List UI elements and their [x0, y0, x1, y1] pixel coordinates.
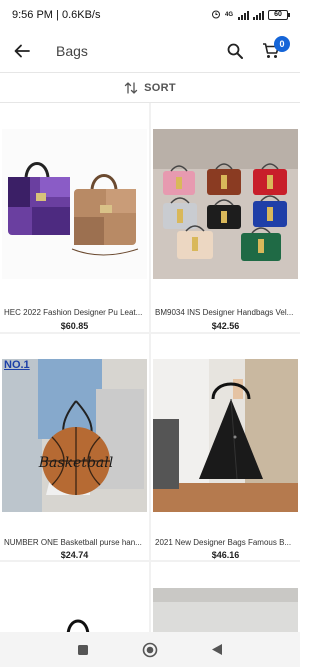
back-arrow-icon — [14, 44, 30, 58]
status-time: 9:56 PM — [12, 9, 53, 21]
signal-icon-2 — [253, 10, 264, 20]
product-name: 2021 New Designer Bags Famous B... — [155, 538, 292, 547]
alarm-icon — [211, 9, 221, 22]
product-card[interactable]: 2021 New Designer Bags Famous B... $46.1… — [151, 334, 300, 560]
product-grid: HEC 2022 Fashion Designer Pu Leat... $60… — [0, 103, 300, 632]
sort-label: SORT — [144, 81, 176, 94]
product-price: $60.85 — [60, 321, 89, 331]
cart-count-badge: 0 — [274, 36, 290, 52]
product-card[interactable] — [151, 562, 300, 632]
basketball-text: Basketball — [38, 455, 113, 471]
signal-icon — [238, 10, 249, 20]
product-price: $24.74 — [60, 550, 89, 560]
product-card[interactable]: Basketball NO.1 NUMBER ONE Basketball pu… — [0, 334, 149, 560]
sort-arrows-icon — [124, 81, 138, 94]
product-price: $46.16 — [211, 550, 240, 560]
search-icon — [227, 43, 243, 59]
nav-triangle-icon — [211, 644, 222, 655]
product-name: HEC 2022 Fashion Designer Pu Leat... — [4, 308, 143, 317]
app-bar: Bags 0 — [0, 30, 300, 72]
back-nav-button[interactable] — [202, 635, 232, 665]
system-nav-bar — [0, 632, 300, 667]
product-card[interactable]: HEC 2022 Fashion Designer Pu Leat... $60… — [0, 103, 149, 332]
network-type: 4G — [224, 12, 233, 18]
product-image — [153, 359, 298, 512]
product-price: $42.56 — [211, 321, 240, 331]
sort-button[interactable]: SORT — [0, 72, 300, 103]
product-image — [2, 129, 147, 279]
status-right: 4G 60 — [211, 9, 290, 22]
status-speed: 0.6KB/s — [61, 9, 101, 21]
battery-icon: 60 — [268, 10, 290, 20]
page-title: Bags — [56, 43, 88, 59]
status-bar: 9:56 PM | 0.6KB/s 4G 60 — [0, 0, 300, 30]
product-card[interactable]: BM9034 INS Designer Handbags Vel... $42.… — [151, 103, 300, 332]
nav-square-icon — [78, 644, 89, 655]
product-image — [2, 576, 147, 632]
product-image — [153, 588, 298, 632]
back-button[interactable] — [2, 30, 42, 72]
nav-circle-icon — [142, 642, 158, 657]
product-card[interactable] — [0, 562, 149, 632]
product-image — [153, 129, 298, 279]
recents-button[interactable] — [68, 635, 98, 665]
search-button[interactable] — [220, 30, 250, 72]
product-name: NUMBER ONE Basketball purse han... — [4, 538, 142, 547]
status-left: 9:56 PM | 0.6KB/s — [12, 9, 101, 21]
product-name: BM9034 INS Designer Handbags Vel... — [155, 308, 294, 317]
no1-overlay-label: NO.1 — [4, 359, 30, 371]
product-image: Basketball NO.1 — [2, 359, 147, 512]
cart-button[interactable]: 0 — [256, 30, 290, 72]
home-button[interactable] — [135, 635, 165, 665]
